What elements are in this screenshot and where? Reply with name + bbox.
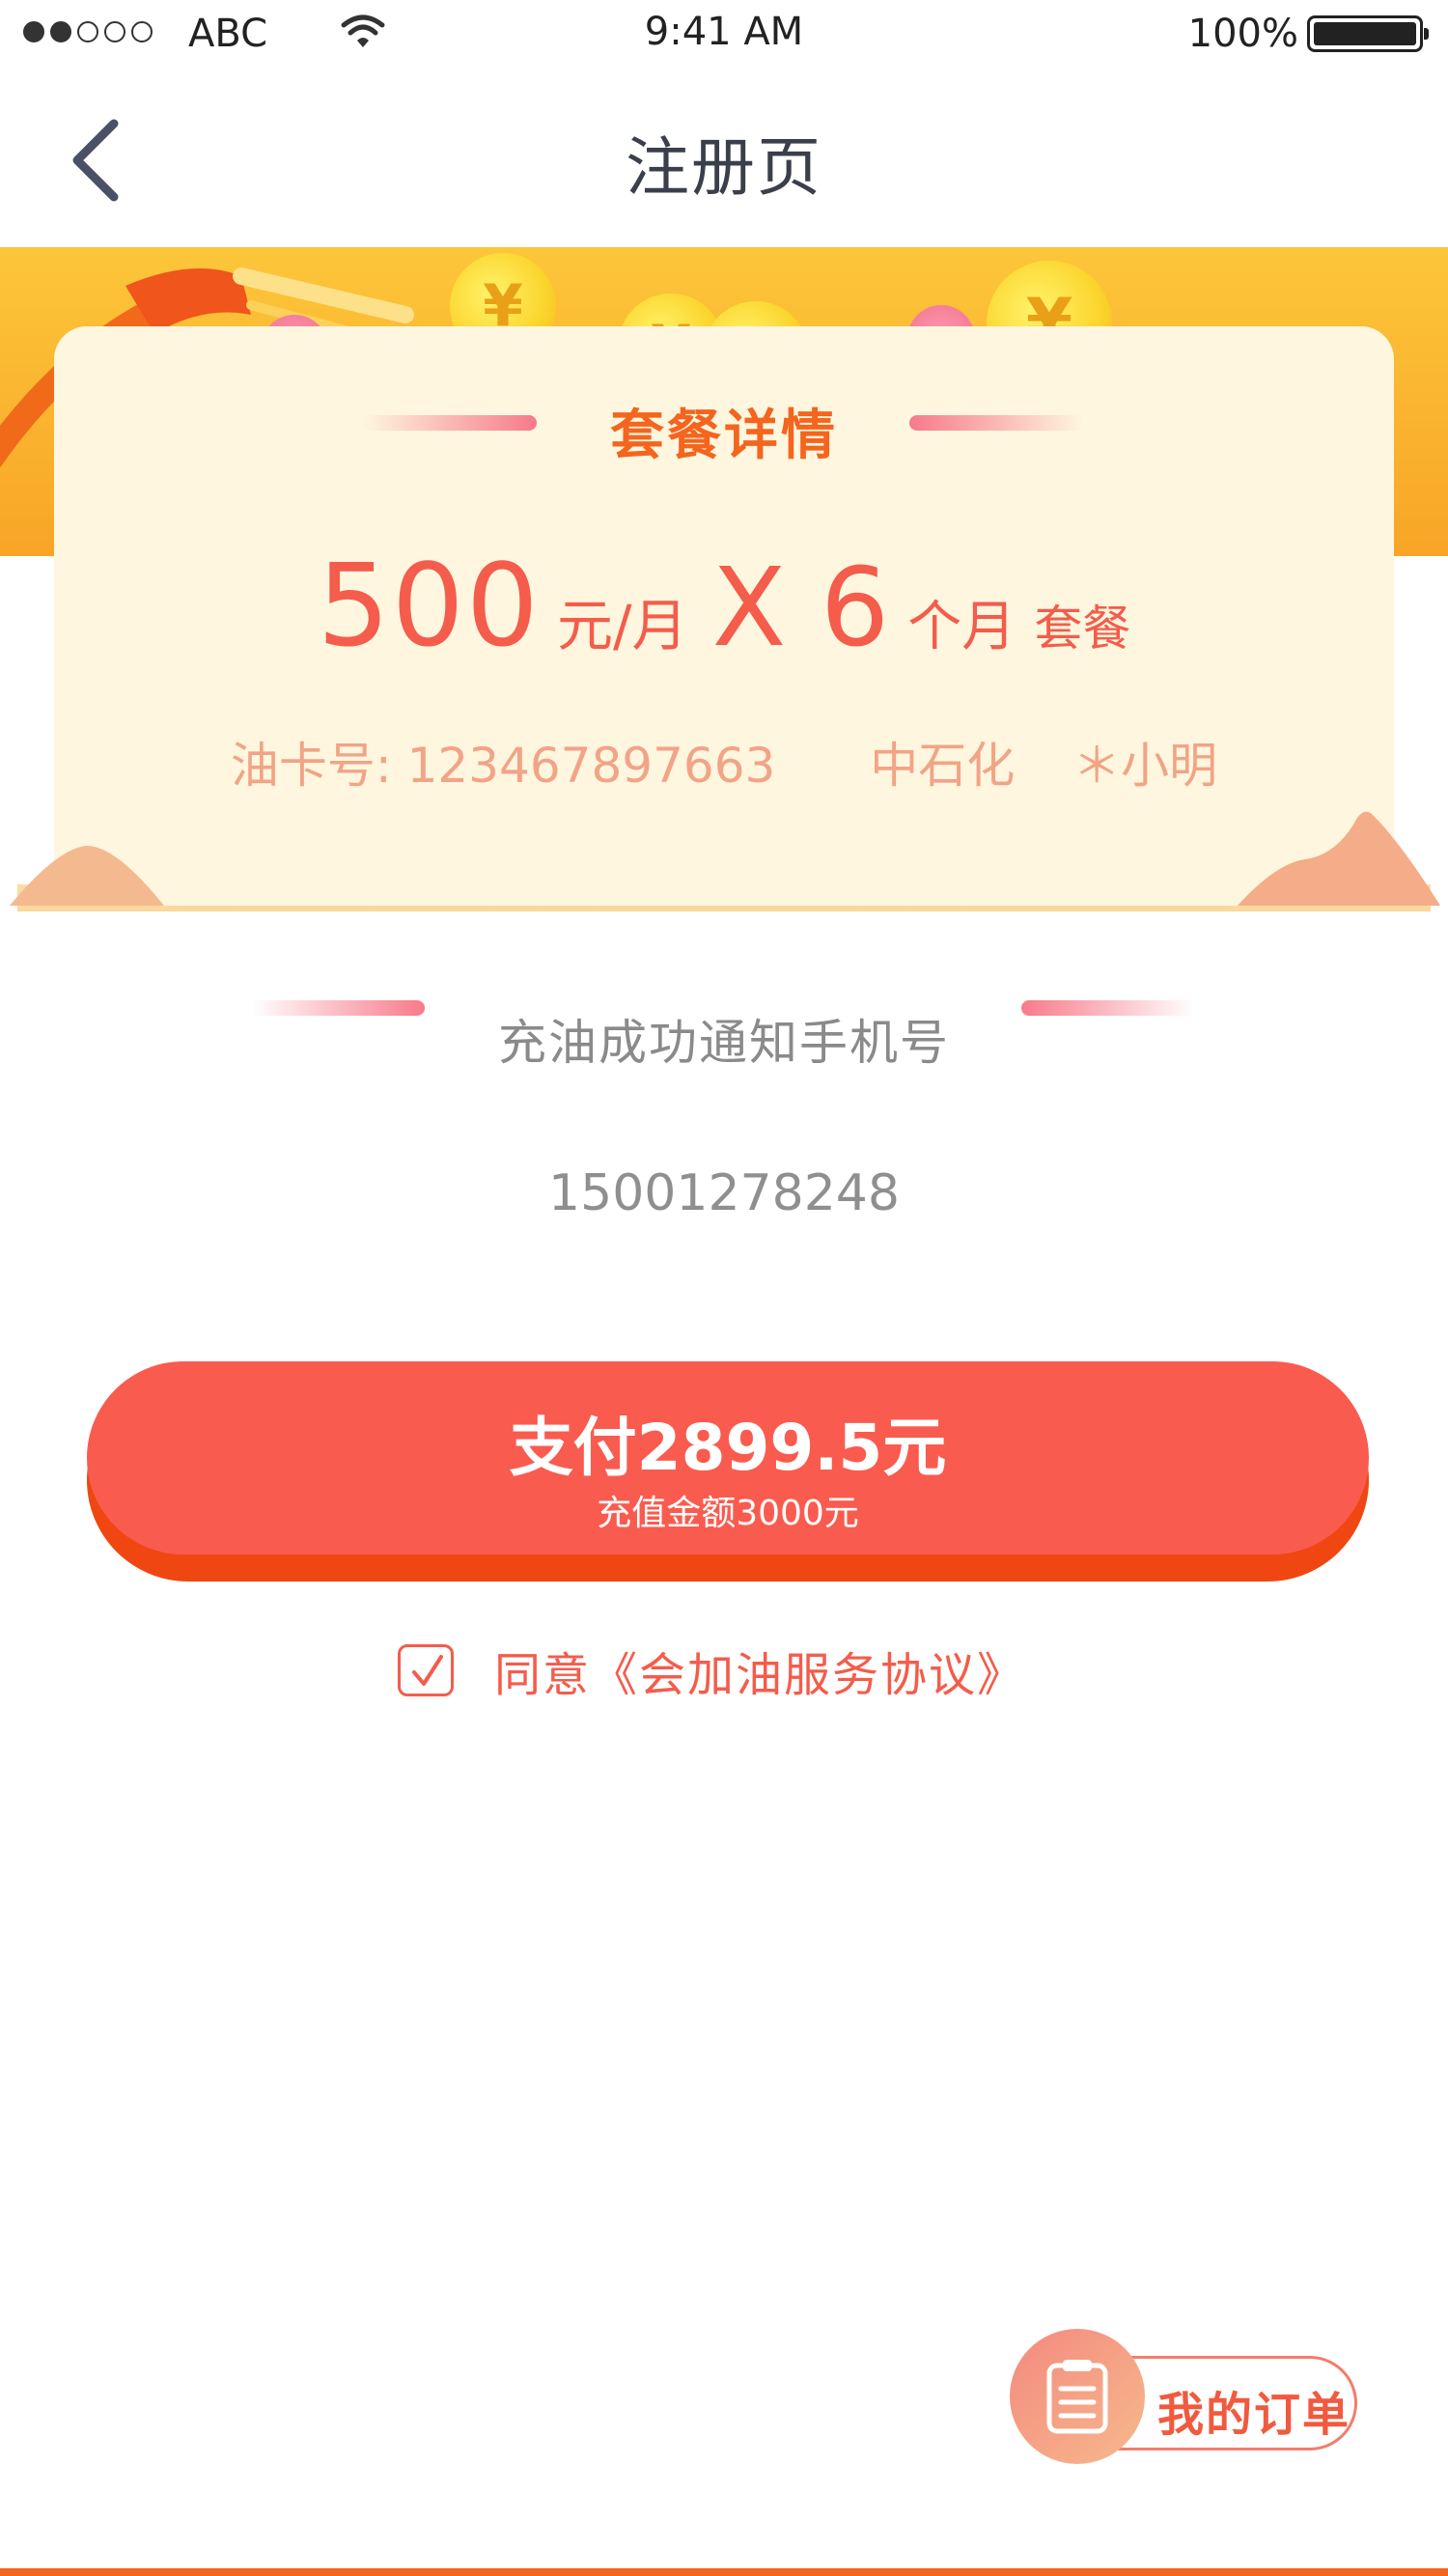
title-deco-right — [909, 415, 1083, 431]
card-company: 中石化 — [870, 738, 1016, 794]
plan-amount: 500 — [317, 539, 541, 672]
status-bar: ABC 9:41 AM 100% — [0, 0, 1448, 68]
plan-unit: 元/月 — [556, 593, 688, 658]
clipboard-icon — [1046, 2360, 1108, 2434]
orders-clipboard-button[interactable] — [1010, 2329, 1145, 2464]
card-info: 油卡号: 123467897663 中石化 ＊小明 — [54, 727, 1394, 797]
checkmark-icon — [412, 1655, 443, 1686]
phone-label: 充油成功通知手机号 — [498, 1015, 950, 1071]
battery-icon — [1307, 15, 1429, 52]
phone-number[interactable]: 15001278248 — [0, 1164, 1448, 1222]
plan-months-unit: 个月 — [907, 596, 1016, 658]
battery-percent: 100% — [1187, 12, 1298, 56]
agreement-checkbox[interactable] — [398, 1644, 454, 1696]
page-title: 注册页 — [626, 130, 822, 205]
plan-section-title: 套餐详情 — [610, 405, 838, 467]
agreement-link[interactable]: 同意《会加油服务协议》 — [494, 1637, 1025, 1704]
plan-multiplier: X 6 — [711, 546, 890, 671]
recharge-amount-label: 充值金额3000元 — [597, 1494, 859, 1533]
pay-amount-label: 支付2899.5元 — [509, 1411, 947, 1485]
pay-button[interactable]: 支付2899.5元 充值金额3000元 — [87, 1361, 1369, 1554]
hill-decoration-right — [1238, 811, 1440, 906]
phone-deco-right — [1021, 1000, 1195, 1016]
plan-suffix: 套餐 — [1034, 601, 1131, 657]
plan-summary: 500 元/月 X 6 个月 套餐 — [54, 539, 1394, 672]
plan-card: 套餐详情 500 元/月 X 6 个月 套餐 油卡号: 123467897663… — [10, 326, 1440, 906]
card-number: 油卡号: 123467897663 — [230, 738, 776, 794]
card-holder: ＊小明 — [1072, 738, 1218, 794]
my-orders-label: 我的订单 — [1157, 2388, 1351, 2442]
navigation-bar: 注册页 — [0, 68, 1448, 247]
bottom-accent-line — [0, 2568, 1448, 2576]
hill-decoration-left — [10, 846, 164, 906]
agreement-row: 同意《会加油服务协议》 — [398, 1641, 1025, 1702]
